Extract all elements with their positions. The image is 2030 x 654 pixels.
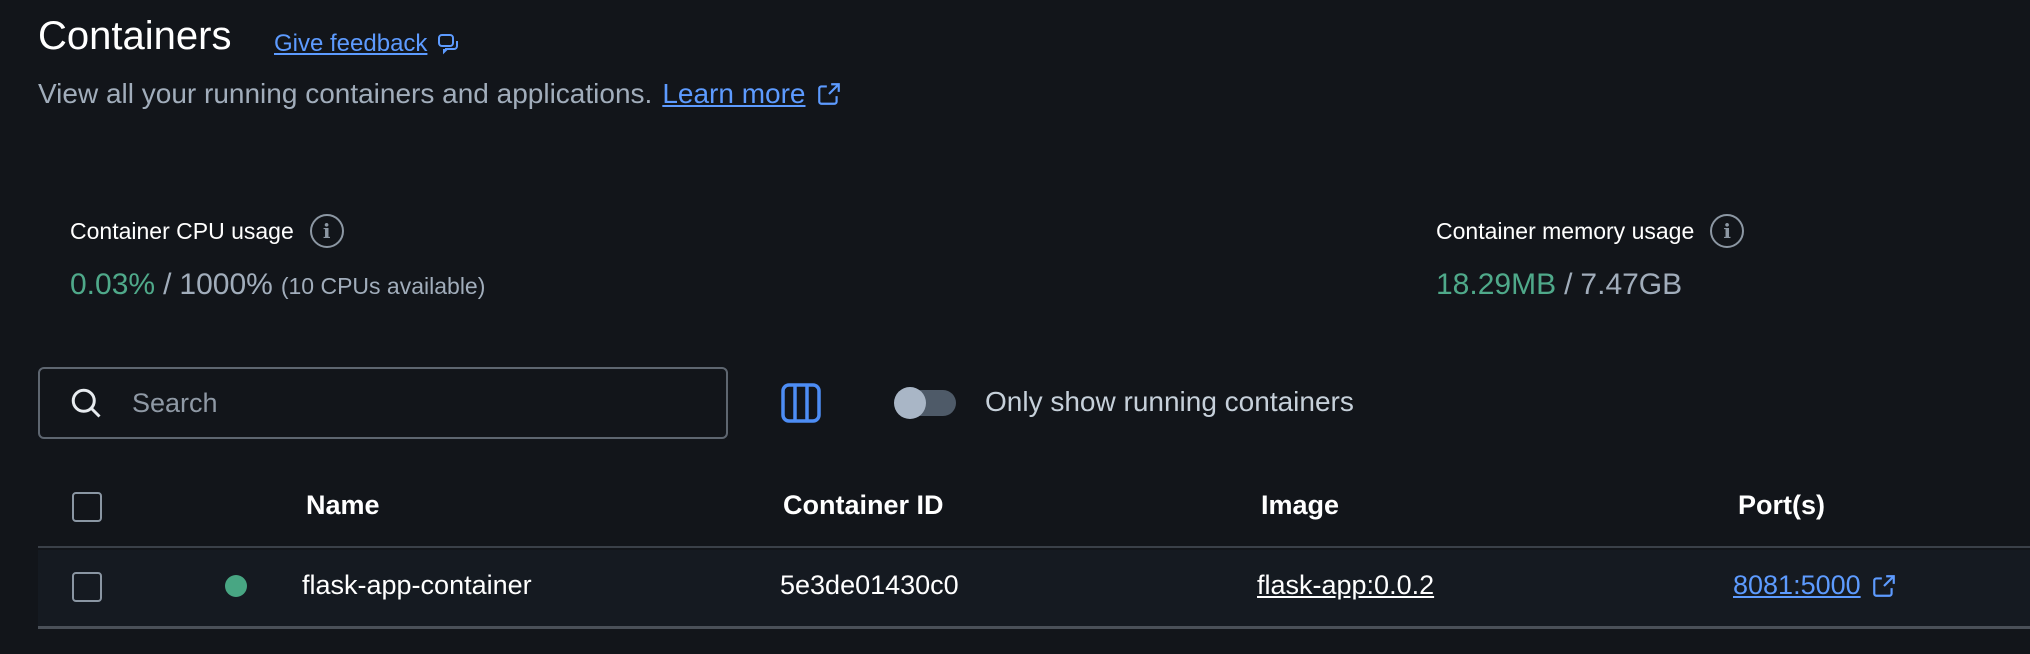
give-feedback-link[interactable]: Give feedback xyxy=(274,30,461,58)
memory-used: 18.29MB xyxy=(1436,268,1557,301)
search-icon xyxy=(71,388,101,418)
info-icon[interactable]: i xyxy=(309,214,344,248)
header-divider xyxy=(38,546,2030,548)
columns-icon[interactable] xyxy=(780,382,822,424)
memory-separator: / xyxy=(1564,268,1573,301)
port-link[interactable]: 8081:5000 xyxy=(1733,570,1897,601)
cpu-usage-value: 0.03% / 1000% (10 CPUs available) xyxy=(70,268,485,302)
select-all-checkbox[interactable] xyxy=(72,492,102,522)
external-link-icon[interactable] xyxy=(816,81,842,107)
chat-feedback-icon xyxy=(438,34,459,55)
status-running-indicator xyxy=(225,575,247,597)
port-label[interactable]: 8081:5000 xyxy=(1733,570,1861,601)
running-only-toggle[interactable] xyxy=(894,387,956,419)
container-id: 5e3de01430c0 xyxy=(780,570,959,600)
cpu-note: (10 CPUs available) xyxy=(280,273,486,299)
give-feedback-label[interactable]: Give feedback xyxy=(274,30,427,58)
cpu-total: 1000% xyxy=(179,268,273,301)
cpu-separator: / xyxy=(163,268,172,301)
column-header-image[interactable]: Image xyxy=(1261,490,1339,521)
learn-more-link[interactable]: Learn more xyxy=(662,78,805,110)
column-header-container-id[interactable]: Container ID xyxy=(783,490,944,521)
search-box[interactable] xyxy=(38,367,728,439)
external-link-icon[interactable] xyxy=(1871,573,1897,599)
toggle-knob xyxy=(894,387,926,419)
cpu-usage-label: Container CPU usage i xyxy=(70,214,344,248)
page-title: Containers xyxy=(38,14,232,58)
search-input[interactable] xyxy=(130,386,694,420)
column-header-name[interactable]: Name xyxy=(306,490,380,521)
column-header-ports[interactable]: Port(s) xyxy=(1738,490,1825,521)
subtitle-text: View all your running containers and app… xyxy=(38,78,653,109)
memory-usage-label: Container memory usage i xyxy=(1436,214,1745,248)
row-checkbox[interactable] xyxy=(72,572,102,602)
image-link[interactable]: flask-app:0.0.2 xyxy=(1257,570,1434,601)
cpu-usage-title: Container CPU usage xyxy=(70,217,294,244)
memory-usage-title: Container memory usage xyxy=(1436,217,1695,244)
page-subtitle: View all your running containers and app… xyxy=(38,78,842,110)
memory-total: 7.47GB xyxy=(1580,268,1683,301)
container-name-link[interactable]: flask-app-container xyxy=(302,570,532,601)
running-only-label: Only show running containers xyxy=(985,386,1354,417)
memory-usage-value: 18.29MB / 7.47GB xyxy=(1436,268,1682,302)
row-divider xyxy=(38,626,2030,629)
info-icon[interactable]: i xyxy=(1710,214,1745,248)
cpu-used: 0.03% xyxy=(70,268,156,301)
